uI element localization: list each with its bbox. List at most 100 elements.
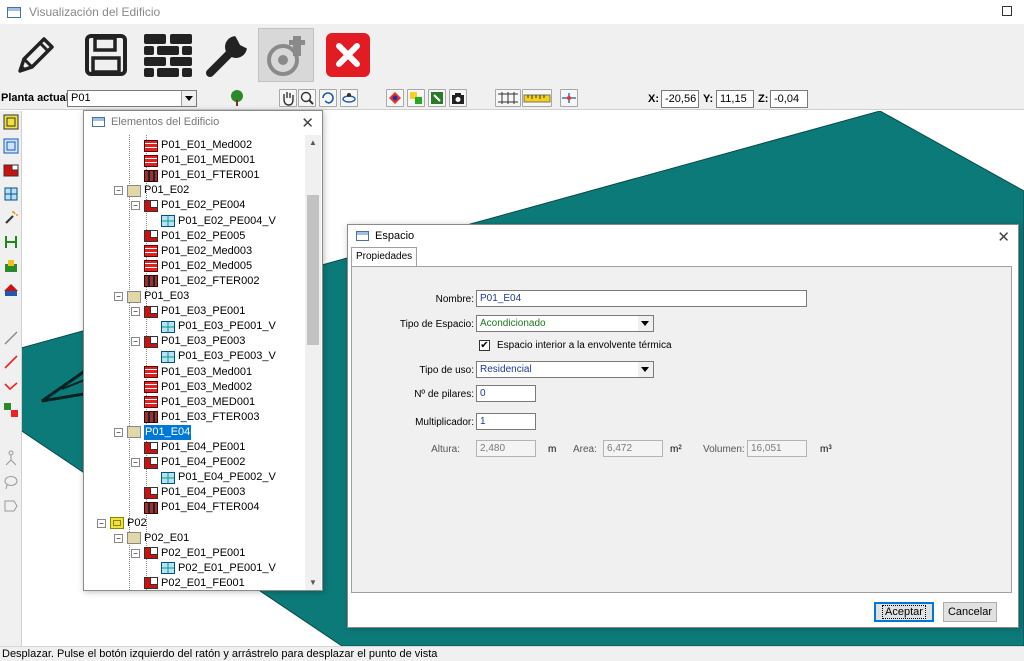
tree-item[interactable]: P01_E02_FTER002 (144, 274, 259, 289)
tree-item[interactable]: − P01_E03_PE001 (131, 304, 245, 319)
multiplicador-input[interactable]: 1 (476, 413, 536, 430)
tree-item[interactable]: P01_E04_PE002_V (161, 470, 276, 485)
tree-item[interactable]: P01_E03_Med002 (144, 380, 252, 395)
tree-collapse-toggle[interactable]: − (114, 533, 123, 543)
tree-item[interactable]: − P01_E03 (114, 289, 189, 304)
win2-icon (161, 562, 175, 575)
tree-item-label: P01_E03_MED001 (161, 395, 256, 408)
envolvente-checkbox[interactable]: ✔ (479, 340, 490, 351)
tipo-uso-select[interactable]: Residencial (476, 361, 654, 378)
tree-view-button[interactable] (228, 89, 246, 107)
nombre-input[interactable]: P01_E04 (476, 290, 807, 307)
tree-item[interactable]: − P01_E04 (114, 424, 192, 440)
tree-collapse-toggle[interactable]: − (114, 292, 123, 301)
tipo-espacio-select[interactable]: Acondicionado (476, 315, 654, 332)
polygon-tool-button[interactable] (2, 497, 20, 515)
roof-tool-button[interactable] (2, 281, 20, 299)
polyline-tool-button[interactable] (2, 377, 20, 395)
tree-item[interactable]: − P01_E03_PE003 (131, 334, 245, 349)
scroll-thumb[interactable] (307, 195, 319, 345)
tree-item[interactable]: P01_E01_FTER001 (144, 168, 259, 183)
tree-item[interactable]: P01_E04_FTER004 (144, 500, 259, 515)
tree-item[interactable]: P01_E03_Med001 (144, 365, 252, 380)
close-icon[interactable]: ✕ (997, 228, 1010, 246)
pan-button[interactable] (279, 89, 297, 107)
tree-item[interactable]: − P02 (97, 516, 147, 531)
orbit-button[interactable] (340, 89, 358, 107)
grid-button[interactable] (495, 89, 521, 107)
tree-item[interactable]: P01_E01_Med002 (144, 138, 252, 153)
x-coordinate[interactable]: -20,56 (661, 90, 699, 108)
tree-item[interactable]: − P02_E01 (114, 531, 189, 546)
camera-icon (452, 93, 464, 104)
tree-item[interactable]: P01_E04_PE003 (144, 485, 245, 500)
tree-collapse-toggle[interactable]: − (114, 186, 123, 196)
y-coordinate[interactable]: 11,15 (716, 90, 754, 108)
snap-button[interactable] (560, 89, 578, 107)
transform-tool-button[interactable] (2, 401, 20, 419)
aceptar-button[interactable]: Aceptar (874, 602, 934, 622)
edit-button[interactable] (8, 28, 64, 82)
camera-button[interactable] (449, 89, 467, 107)
close-icon[interactable]: ✕ (301, 114, 314, 132)
zoom-button[interactable] (298, 89, 316, 107)
tree-collapse-toggle[interactable]: − (114, 427, 123, 437)
pillar-tool-button[interactable] (2, 233, 20, 251)
tree-item[interactable]: P01_E03_MED001 (144, 395, 255, 410)
tree-item[interactable]: P01_E03_PE003_V (161, 349, 276, 364)
tree-item[interactable]: − P02_E01_PE001 (131, 546, 245, 561)
object-icon (5, 260, 17, 272)
tree-collapse-toggle[interactable]: − (131, 458, 140, 468)
tree-item[interactable]: − P01_E02_PE004 (131, 198, 245, 213)
cancelar-button[interactable]: Cancelar (943, 602, 997, 622)
tree-collapse-toggle[interactable]: − (131, 201, 140, 211)
tree-item[interactable]: P01_E04_PE001 (144, 440, 245, 455)
tree-collapse-toggle[interactable]: − (131, 337, 140, 347)
elements-tree[interactable]: P01_E01_Med002 P01_E01_MED001 P01_E01_FTER… (85, 135, 306, 590)
pilares-input[interactable]: 0 (476, 385, 536, 402)
tree-item[interactable]: P01_E03_FTER003 (144, 410, 259, 425)
tree-item[interactable]: P01_E01_MED001 (144, 153, 255, 168)
tree-item[interactable]: − P01_E02 (114, 183, 189, 198)
save-icon (85, 34, 127, 76)
tree-item[interactable]: P01_E02_Med005 (144, 259, 252, 274)
space-tool-button[interactable] (2, 137, 20, 155)
view-button-1[interactable] (386, 89, 404, 107)
tab-propiedades[interactable]: Propiedades (351, 247, 417, 267)
tree-scrollbar[interactable]: ▲ ▼ (305, 135, 321, 590)
line-tool-button[interactable] (2, 329, 20, 347)
tree-collapse-toggle[interactable]: − (131, 307, 140, 317)
walls-button[interactable] (140, 28, 196, 82)
red-line-tool-button[interactable] (2, 353, 20, 371)
view-button-2[interactable] (407, 89, 425, 107)
measure-button[interactable] (258, 28, 314, 82)
z-coordinate[interactable]: -0,04 (770, 90, 808, 108)
maximize-button[interactable] (1002, 6, 1012, 16)
object-tool-button[interactable] (2, 257, 20, 275)
scroll-down-icon[interactable]: ▼ (309, 578, 317, 587)
tree-item[interactable]: P02_E01_PE001_V (161, 561, 276, 576)
tree-item[interactable]: P01_E02_PE005 (144, 229, 245, 244)
tree-collapse-toggle[interactable]: − (97, 518, 106, 528)
wall-tool-button[interactable] (2, 161, 20, 179)
tree-item[interactable]: P01_E02_PE004_V (161, 214, 276, 229)
person-tool-button[interactable] (2, 449, 20, 467)
tools-button[interactable] (200, 28, 256, 82)
tree-item[interactable]: − P01_E04_PE002 (131, 455, 245, 470)
rotate-button[interactable] (319, 89, 337, 107)
tree-item[interactable]: P02_E01_FE001 (144, 576, 245, 590)
floor-tool-button[interactable] (2, 113, 20, 131)
lasso-tool-button[interactable] (2, 473, 20, 491)
propiedades-panel: Nombre: P01_E04 Tipo de Espacio: Acondic… (351, 266, 1012, 593)
close-model-button[interactable] (320, 28, 376, 82)
magic-tool-button[interactable] (2, 209, 20, 227)
view-button-3[interactable] (428, 89, 446, 107)
tree-collapse-toggle[interactable]: − (131, 548, 140, 558)
ruler-button[interactable] (522, 89, 552, 107)
scroll-up-icon[interactable]: ▲ (309, 138, 317, 147)
tree-item[interactable]: P01_E02_Med003 (144, 244, 252, 259)
tree-item[interactable]: P01_E03_PE001_V (161, 319, 276, 334)
save-button[interactable] (78, 28, 134, 82)
window-tool-button[interactable] (2, 185, 20, 203)
planta-select[interactable]: P01 (67, 90, 197, 107)
